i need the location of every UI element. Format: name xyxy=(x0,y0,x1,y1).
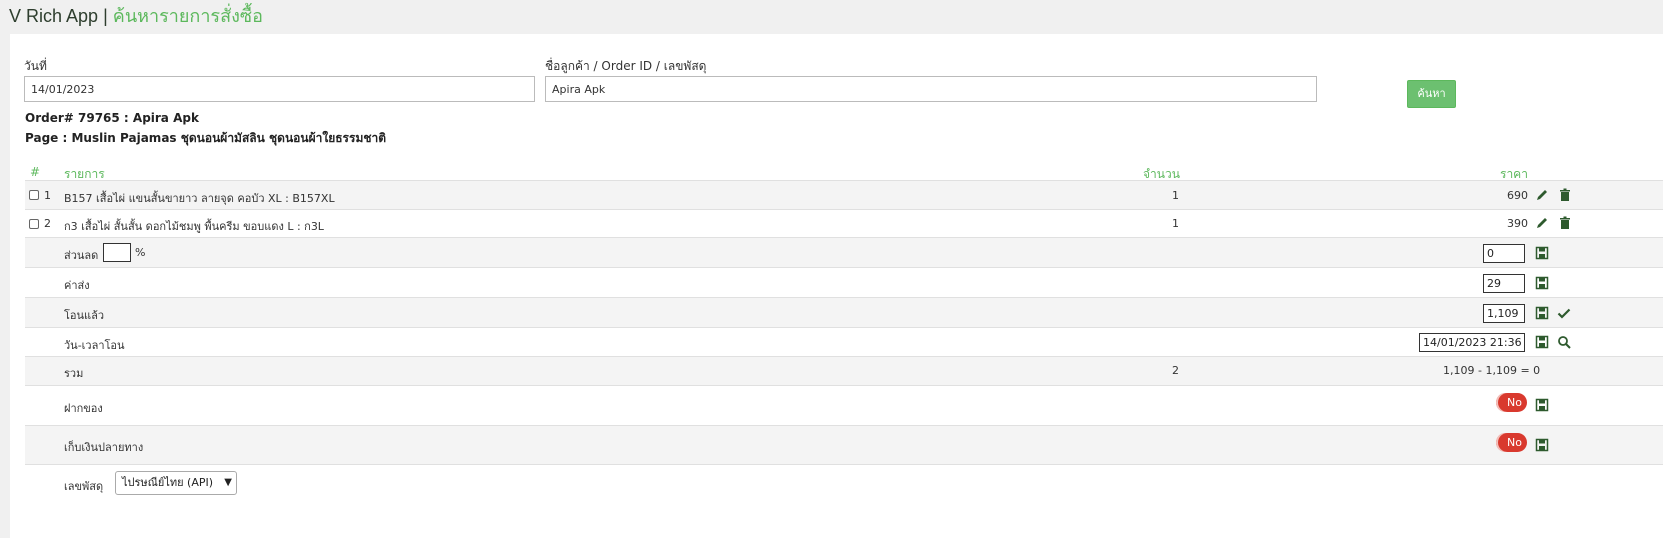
pencil-icon[interactable] xyxy=(1535,188,1549,202)
discount-row: ส่วนลด % xyxy=(25,237,1663,267)
app-name: V Rich App xyxy=(9,6,99,26)
floppy-icon[interactable] xyxy=(1535,398,1549,412)
item-price: 690 xyxy=(1507,189,1528,202)
page-title: ค้นหารายการสั่งซื้อ xyxy=(112,6,263,26)
search-button[interactable]: ค้นหา xyxy=(1407,80,1456,108)
discount-percent-input[interactable] xyxy=(103,243,131,262)
discount-label: ส่วนลด xyxy=(64,249,99,262)
item-number: 1 xyxy=(44,189,51,202)
cod-row: เก็บเงินปลายทาง No xyxy=(25,425,1663,465)
shipping-label: ค่าส่ง xyxy=(64,279,90,292)
date-input[interactable] xyxy=(24,76,535,102)
floppy-icon[interactable] xyxy=(1535,335,1549,349)
total-row: รวม 2 1,109 - 1,109 = 0 xyxy=(25,356,1663,385)
transfer-time-input[interactable] xyxy=(1419,333,1525,352)
discount-value-input[interactable] xyxy=(1483,244,1525,263)
deposit-label: ฝากของ xyxy=(64,402,103,415)
total-summary: 1,109 - 1,109 = 0 xyxy=(1443,364,1541,377)
floppy-icon[interactable] xyxy=(1535,276,1549,290)
table-row: 1 B157 เสื้อไผ่ แขนสั้นขายาว ลายจุด คอบั… xyxy=(25,180,1663,209)
floppy-icon[interactable] xyxy=(1535,306,1549,320)
item-checkbox[interactable] xyxy=(29,190,39,200)
date-label: วันที่ xyxy=(24,59,47,73)
check-icon[interactable] xyxy=(1557,306,1571,320)
item-name: ก3 เสื้อไผ่ สั้นสั้น ดอกไม้ชมพู พื้นครีม… xyxy=(64,220,324,233)
item-number: 2 xyxy=(44,217,51,230)
search-icon[interactable] xyxy=(1557,335,1571,349)
transferred-row: โอนแล้ว xyxy=(25,297,1663,327)
deposit-toggle[interactable]: No xyxy=(1496,393,1527,412)
trash-icon[interactable] xyxy=(1558,188,1572,202)
transfer-time-label: วัน-เวลาโอน xyxy=(64,339,125,352)
transferred-input[interactable] xyxy=(1483,304,1525,323)
shipping-row: ค่าส่ง xyxy=(25,267,1663,297)
tracking-label: เลขพัสดุ xyxy=(64,480,104,493)
title-separator: | xyxy=(103,6,108,26)
item-qty: 1 xyxy=(1172,217,1179,230)
app-title: V Rich App | ค้นหารายการสั่งซื้อ xyxy=(9,1,263,30)
page-line: Page : Muslin Pajamas ชุดนอนผ้ามัสลิน ชุ… xyxy=(25,131,387,145)
item-price: 390 xyxy=(1507,217,1528,230)
order-id-line: Order# 79765 : Apira Apk xyxy=(25,111,199,125)
transfer-time-row: วัน-เวลาโอน xyxy=(25,327,1663,356)
table-row: 2 ก3 เสื้อไผ่ สั้นสั้น ดอกไม้ชมพู พื้นคร… xyxy=(25,209,1663,237)
tracking-carrier-value: ไปรษณีย์ไทย (API) xyxy=(122,476,214,489)
total-label: รวม xyxy=(64,367,84,380)
deposit-row: ฝากของ No xyxy=(25,385,1663,425)
item-qty: 1 xyxy=(1172,189,1179,202)
col-header-num: # xyxy=(30,165,41,179)
transferred-label: โอนแล้ว xyxy=(64,309,105,322)
query-label: ชื่อลูกค้า / Order ID / เลขพัสดุ xyxy=(545,59,707,73)
floppy-icon[interactable] xyxy=(1535,438,1549,452)
trash-icon[interactable] xyxy=(1558,216,1572,230)
percent-sign: % xyxy=(135,246,146,259)
item-name: B157 เสื้อไผ่ แขนสั้นขายาว ลายจุด คอบัว … xyxy=(64,192,335,205)
floppy-icon[interactable] xyxy=(1535,246,1549,260)
cod-label: เก็บเงินปลายทาง xyxy=(64,441,144,454)
shipping-input[interactable] xyxy=(1483,274,1525,293)
cod-toggle[interactable]: No xyxy=(1496,433,1527,452)
pencil-icon[interactable] xyxy=(1535,216,1549,230)
search-input[interactable] xyxy=(545,76,1317,102)
tracking-carrier-select[interactable]: ไปรษณีย์ไทย (API) ▼ xyxy=(115,471,237,495)
total-qty: 2 xyxy=(1172,364,1179,377)
chevron-down-icon: ▼ xyxy=(224,477,232,488)
item-checkbox[interactable] xyxy=(29,219,39,229)
